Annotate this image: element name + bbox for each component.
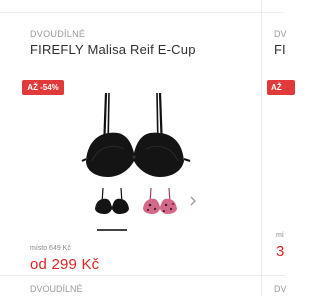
bottom-next-product-category: DV (274, 284, 287, 294)
next-product-category: DV (274, 29, 287, 39)
row-divider (0, 275, 285, 276)
chevron-right-icon[interactable] (186, 194, 200, 208)
product-title[interactable]: FIREFLY Malisa Reif E-Cup (30, 42, 196, 57)
next-original-price: mí (276, 232, 284, 239)
next-product-title[interactable]: FI (274, 42, 286, 57)
pink-leopard-bra-thumbnail-icon[interactable] (140, 185, 180, 215)
original-price: místo 649 Kč (30, 245, 71, 252)
active-thumbnail-indicator (97, 229, 127, 231)
product-category: DVOUDÍLNÉ (30, 29, 86, 39)
product-image[interactable] (78, 89, 194, 185)
bottom-product-category: DVOUDÍLNÉ (30, 284, 83, 294)
discount-badge: AŽ -54% (22, 80, 64, 95)
black-bra-thumbnail-icon[interactable] (92, 185, 132, 215)
column-divider (261, 0, 262, 296)
product-card[interactable]: DVOUDÍLNÉ FIREFLY Malisa Reif E-Cup AŽ -… (0, 13, 261, 275)
next-sale-price: 3 (276, 243, 285, 260)
sale-price: od 299 Kč (30, 256, 100, 273)
next-discount-badge: AŽ (267, 80, 295, 95)
